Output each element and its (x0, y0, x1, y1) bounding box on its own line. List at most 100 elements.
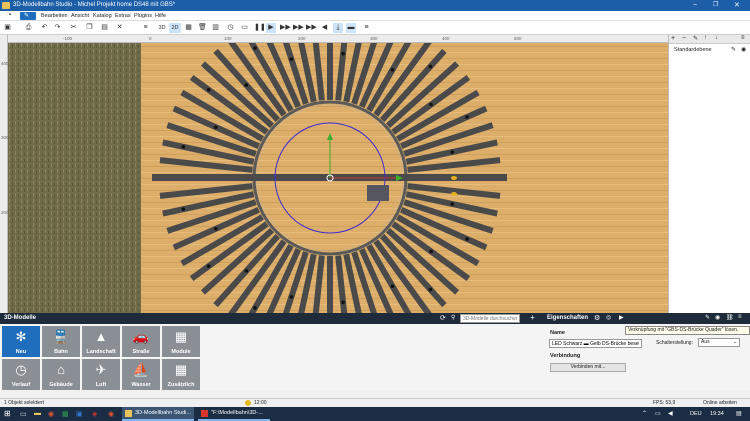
volume-icon[interactable]: ◀ (320, 23, 329, 33)
add-icon[interactable]: + (671, 35, 675, 42)
ruler-left: 400 300 200 (0, 35, 9, 320)
menu-bearbeiten[interactable]: Bearbeiten (41, 13, 68, 19)
save-icon[interactable]: ▣ (3, 23, 12, 33)
name-field[interactable] (549, 339, 642, 348)
pause-icon[interactable]: ❚❚ (254, 23, 266, 33)
menu-icon[interactable]: ≡ (738, 314, 742, 320)
menu-ansicht[interactable]: Ansicht (71, 13, 89, 19)
menu-hilfe[interactable]: Hilfe (155, 13, 166, 19)
layers-icon[interactable]: ▥ (211, 23, 220, 33)
tile-label: Module (171, 349, 191, 355)
signal-light (206, 264, 211, 268)
search-icon[interactable]: ⚲ (451, 314, 455, 321)
tile-label: Wasser (131, 382, 151, 388)
paste-icon[interactable]: ▤ (100, 23, 109, 33)
tile-wasser[interactable]: ⛵ Wasser (122, 359, 160, 390)
chevron-up-icon[interactable]: ⌃ (642, 410, 647, 417)
taskbar-pinned-icon[interactable]: ▬ (34, 410, 41, 417)
tile-neu[interactable]: ✻ Neu (2, 326, 40, 357)
tooltip-text: Verknüpfung mit "GBS-DS-Brücke Quader" l… (628, 327, 739, 333)
record-icon[interactable]: ◎ (606, 314, 611, 321)
edit-mode-button[interactable]: ✎ (20, 12, 36, 20)
tile-landschaft[interactable]: ▲ Landschaft (82, 326, 120, 357)
download-icon[interactable]: ⤓ (333, 23, 343, 33)
tile-strasse[interactable]: 🚗 Straße (122, 326, 160, 357)
menu-icon[interactable]: ≡ (741, 35, 745, 41)
trash-icon[interactable]: 🗑 (198, 23, 207, 33)
taskbar-app-3dmbs[interactable]: 3D-Modellbahn Studi... (122, 407, 194, 421)
delete-icon[interactable]: ✕ (115, 23, 124, 33)
play-icon[interactable]: ▶ (619, 314, 624, 321)
taskbar-app-explorer[interactable]: "F:\Modellbahn\3D-... (198, 407, 270, 421)
pin-icon[interactable]: ✎ (731, 46, 736, 53)
camera-icon[interactable]: ▭ (240, 23, 249, 33)
pin-icon[interactable]: ✎ (705, 314, 710, 321)
minimize-button[interactable]: − (693, 1, 697, 10)
gear-icon[interactable]: ⚙ (594, 314, 600, 322)
network-icon[interactable]: ▭ (655, 410, 661, 417)
tile-bahn[interactable]: 🚆 Bahn (42, 326, 80, 357)
arrow-down-icon[interactable]: ↓ (715, 35, 718, 41)
properties-panel-header: Eigenschaften ⚙ ◎ ▶ ✎ ◉ ⛓ ≡ (543, 313, 750, 324)
edit-icon[interactable]: ✎ (693, 35, 698, 42)
taskbar-pinned-icon[interactable]: ▣ (76, 410, 83, 418)
speaker-icon[interactable]: ◀ (668, 410, 673, 417)
tile-module[interactable]: ▦ Module (162, 326, 200, 357)
track-tool-icon[interactable]: ▬ (346, 23, 356, 33)
connect-button[interactable]: Verbinden mit... (550, 363, 626, 372)
refresh-icon[interactable]: ⟳ (440, 314, 446, 322)
menu-extras[interactable]: Extras (115, 13, 131, 19)
list-icon[interactable]: ≡ (141, 23, 150, 33)
tile-luft[interactable]: ✈ Luft (82, 359, 120, 390)
redo-icon[interactable]: ↷ (53, 23, 62, 33)
tile-gebaeude[interactable]: ⌂ Gebäude (42, 359, 80, 390)
tile-zusaetzlich[interactable]: ▦ Zusätzlich (162, 359, 200, 390)
tile-label: Straße (132, 349, 150, 355)
fastest-icon[interactable]: ▶▶ (306, 23, 317, 33)
tile-label: Luft (95, 382, 107, 388)
menu-katalog[interactable]: Katalog (93, 13, 112, 19)
visibility-icon[interactable]: ◉ (715, 314, 720, 321)
taskbar-pinned-icon[interactable]: ◉ (108, 410, 114, 418)
cut-icon[interactable]: ✂ (69, 23, 78, 33)
faster-icon[interactable]: ▶▶ (293, 23, 304, 33)
file-menu-icon[interactable]: ▪ (5, 12, 15, 20)
tile-verlauf[interactable]: ◷ Verlauf (2, 359, 40, 390)
signal-light (428, 64, 433, 69)
view-3d-button[interactable]: 3D (156, 23, 168, 33)
online-status[interactable]: Online arbeiten (703, 400, 737, 406)
models-search-input[interactable] (460, 314, 520, 323)
snowflake-icon: ✻ (15, 329, 27, 344)
print-icon[interactable]: ⎙ (24, 23, 33, 33)
keyboard-language[interactable]: DEU (690, 411, 702, 417)
copy-icon[interactable]: ❐ (85, 23, 94, 33)
clock-icon[interactable]: ◷ (226, 23, 235, 33)
fast-forward-icon[interactable]: ▶▶ (280, 23, 291, 33)
clock[interactable]: 19:34 (710, 411, 724, 417)
grid-icon[interactable]: ▦ (184, 23, 193, 33)
taskbar-pinned-icon[interactable]: ▭ (20, 410, 27, 418)
layer-item-standardebene[interactable]: Standardebene (674, 47, 712, 53)
signal-light (428, 287, 433, 292)
arrow-up-icon[interactable]: ↑ (704, 35, 707, 41)
undo-icon[interactable]: ↶ (40, 23, 49, 33)
maximize-button[interactable]: ❐ (713, 1, 718, 10)
windows-start-icon[interactable]: ⊞ (4, 409, 11, 418)
taskbar-pinned-icon[interactable]: ◉ (48, 410, 54, 418)
visibility-icon[interactable]: ◉ (741, 46, 746, 53)
notification-icon[interactable]: ▤ (736, 410, 742, 417)
play-icon[interactable]: ▶ (266, 23, 276, 33)
add-model-icon[interactable]: + (530, 313, 535, 322)
remove-icon[interactable]: − (682, 35, 686, 42)
link-icon[interactable]: ⛓ (726, 314, 734, 321)
layout-canvas[interactable] (8, 43, 668, 313)
switch-select[interactable]: Aus ⌄ (698, 338, 740, 347)
view-2d-button[interactable]: 2D (169, 23, 181, 33)
overflow-icon[interactable]: ≡ (362, 23, 371, 33)
taskbar-pinned-icon[interactable]: ▦ (62, 410, 69, 418)
close-button[interactable]: ✕ (734, 1, 740, 10)
signal-light (244, 83, 249, 87)
taskbar-pinned-icon[interactable]: ◈ (92, 410, 97, 418)
menu-plugins[interactable]: Plugins (134, 13, 152, 19)
turntable-scene[interactable] (8, 43, 668, 313)
